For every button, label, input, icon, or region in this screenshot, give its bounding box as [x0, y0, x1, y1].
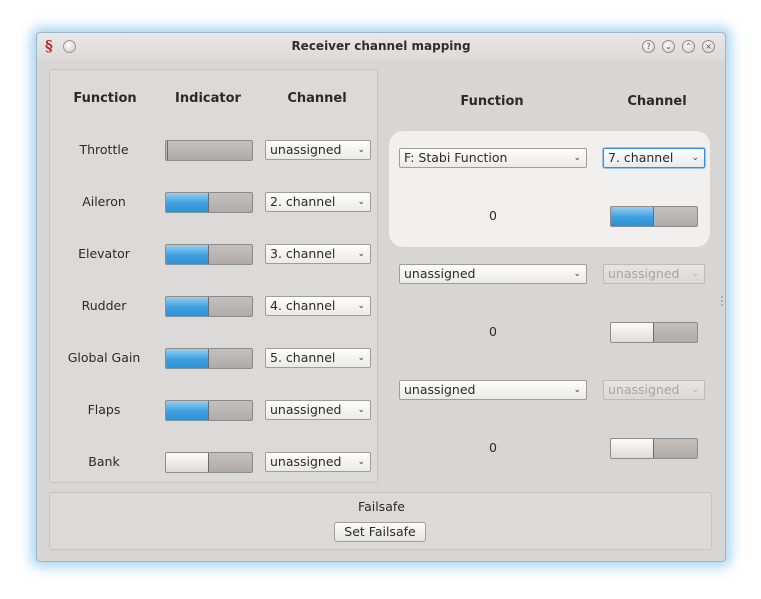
set-failsafe-button[interactable]: Set Failsafe	[334, 522, 426, 542]
help-icon[interactable]: ?	[642, 40, 655, 53]
channel-select[interactable]: 2. channel ⌄	[265, 192, 371, 212]
chevron-down-icon: ⌄	[691, 269, 699, 279]
chevron-down-icon: ⌄	[357, 457, 365, 467]
chevron-down-icon: ⌄	[357, 145, 365, 155]
title-bar[interactable]: § Receiver channel mapping ? ⌄ ⌃ ×	[37, 33, 725, 61]
function-select-value: F: Stabi Function	[404, 150, 508, 165]
channel-indicator	[610, 206, 698, 227]
channel-select[interactable]: 3. channel ⌄	[265, 244, 371, 264]
channel-value-readout: 0	[489, 208, 497, 223]
channel-indicator	[165, 296, 253, 317]
chevron-down-icon: ⌄	[691, 153, 699, 163]
channel-select[interactable]: unassigned ⌄	[265, 140, 371, 160]
channel-select-value: unassigned	[608, 382, 680, 397]
function-label: Throttle	[79, 142, 129, 157]
function-label: Flaps	[87, 402, 121, 417]
indicator-fill	[611, 207, 654, 226]
chevron-down-icon: ⌄	[357, 249, 365, 259]
channel-indicator	[165, 400, 253, 421]
channel-select-value: 5. channel	[270, 350, 336, 365]
indicator-fill	[611, 323, 654, 342]
function-label: Elevator	[78, 246, 130, 261]
indicator-fill	[166, 193, 209, 212]
failsafe-group: Failsafe Set Failsafe	[49, 492, 712, 550]
channel-select-value: unassigned	[270, 142, 342, 157]
function-select[interactable]: F: Stabi Function ⌄	[399, 148, 587, 168]
function-label: Aileron	[82, 194, 126, 209]
indicator-fill	[166, 453, 209, 472]
function-select-value: unassigned	[404, 382, 476, 397]
channel-select-value: unassigned	[270, 454, 342, 469]
left-header-channel: Channel	[287, 91, 347, 106]
function-label: Global Gain	[67, 350, 141, 365]
dialog-window: § Receiver channel mapping ? ⌄ ⌃ × Function…	[36, 32, 726, 562]
channel-select: unassigned ⌄	[603, 380, 705, 400]
left-header-function: Function	[73, 91, 137, 106]
channel-indicator	[165, 348, 253, 369]
maximize-icon[interactable]: ⌃	[682, 40, 695, 53]
right-header-function: Function	[460, 94, 524, 109]
minimize-icon[interactable]: ⌄	[662, 40, 675, 53]
channel-value-readout: 0	[489, 324, 497, 339]
window-title: Receiver channel mapping	[291, 39, 471, 53]
indicator-fill	[166, 349, 209, 368]
channel-indicator	[610, 322, 698, 343]
function-select-value: unassigned	[404, 266, 476, 281]
chevron-down-icon: ⌄	[573, 269, 581, 279]
right-header-channel: Channel	[627, 94, 687, 109]
channel-select[interactable]: 5. channel ⌄	[265, 348, 371, 368]
channel-indicator	[165, 244, 253, 265]
chevron-down-icon: ⌄	[357, 405, 365, 415]
channel-indicator	[165, 140, 253, 161]
left-mapping-panel: Function Indicator Channel Throttle unass…	[49, 69, 378, 483]
function-select[interactable]: unassigned ⌄	[399, 380, 587, 400]
splitter-handle[interactable]	[721, 304, 723, 306]
splitter-handle[interactable]	[721, 296, 723, 298]
chevron-down-icon: ⌄	[691, 385, 699, 395]
indicator-fill	[611, 439, 654, 458]
failsafe-title: Failsafe	[358, 499, 405, 514]
close-icon[interactable]: ×	[702, 40, 715, 53]
channel-select-value: 7. channel	[608, 150, 674, 165]
indicator-fill	[166, 401, 209, 420]
indicator-fill	[166, 141, 168, 160]
function-label: Rudder	[81, 298, 127, 313]
chevron-down-icon: ⌄	[573, 385, 581, 395]
indicator-fill	[166, 297, 209, 316]
channel-select[interactable]: 7. channel ⌄	[603, 148, 705, 168]
channel-select[interactable]: unassigned ⌄	[265, 400, 371, 420]
channel-select-value: 4. channel	[270, 298, 336, 313]
splitter-handle[interactable]	[721, 300, 723, 302]
channel-select-value: 3. channel	[270, 246, 336, 261]
chevron-down-icon: ⌄	[357, 353, 365, 363]
channel-value-readout: 0	[489, 440, 497, 455]
channel-select[interactable]: 4. channel ⌄	[265, 296, 371, 316]
channel-select-value: unassigned	[270, 402, 342, 417]
channel-select-value: 2. channel	[270, 194, 336, 209]
left-header-indicator: Indicator	[175, 91, 241, 106]
chevron-down-icon: ⌄	[573, 153, 581, 163]
channel-indicator	[165, 192, 253, 213]
chevron-down-icon: ⌄	[357, 197, 365, 207]
channel-select: unassigned ⌄	[603, 264, 705, 284]
function-label: Bank	[88, 454, 120, 469]
channel-select[interactable]: unassigned ⌄	[265, 452, 371, 472]
function-select[interactable]: unassigned ⌄	[399, 264, 587, 284]
channel-indicator	[165, 452, 253, 473]
channel-select-value: unassigned	[608, 266, 680, 281]
indicator-fill	[166, 245, 209, 264]
chevron-down-icon: ⌄	[357, 301, 365, 311]
channel-indicator	[610, 438, 698, 459]
